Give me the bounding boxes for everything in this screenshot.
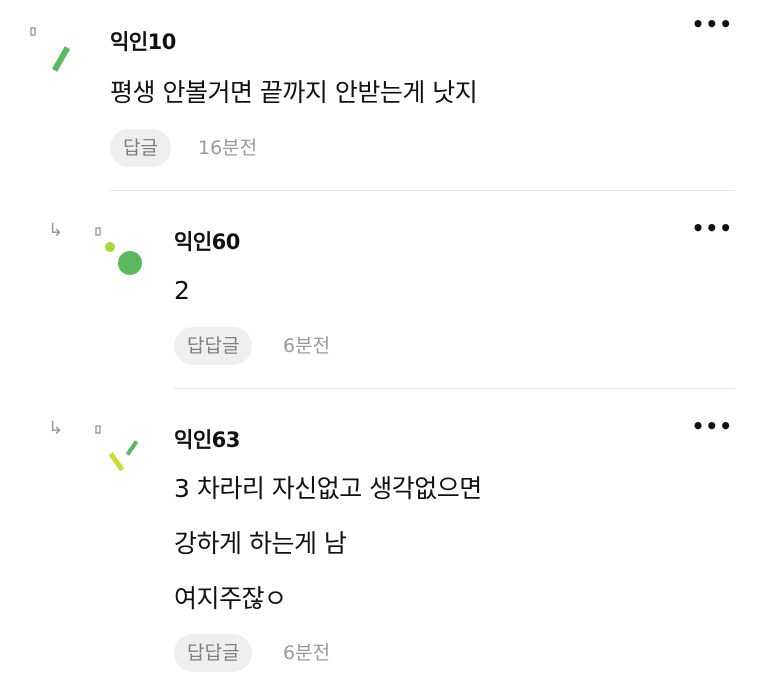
- comment-text-line: 강하게 하는게 남: [174, 529, 347, 558]
- avatar[interactable]: [90, 222, 150, 282]
- reply-button[interactable]: 답답글: [174, 327, 253, 365]
- avatar[interactable]: [25, 22, 85, 82]
- reply-arrow-icon: ↳: [48, 220, 64, 241]
- divider: [174, 388, 735, 389]
- comment-author[interactable]: 익인60: [174, 226, 240, 256]
- reply-button[interactable]: 답글: [110, 129, 171, 167]
- reply-arrow-icon: ↳: [48, 418, 64, 439]
- divider: [110, 190, 735, 191]
- comment-text: 평생 안볼거면 끝까지 안받는게 낫지: [110, 78, 478, 107]
- avatar[interactable]: [90, 420, 150, 480]
- comment-timestamp: 16분전: [198, 137, 258, 159]
- comment-author[interactable]: 익인63: [174, 424, 240, 454]
- comment-author[interactable]: 익인10: [110, 26, 176, 56]
- reply-button[interactable]: 답답글: [174, 634, 253, 672]
- comment-timestamp: 6분전: [283, 642, 331, 664]
- comment-text-line: 3 차라리 자신없고 생각없으면: [174, 474, 482, 503]
- comment-timestamp: 6분전: [283, 335, 331, 357]
- more-options-button[interactable]: •••: [692, 414, 733, 438]
- more-options-button[interactable]: •••: [692, 216, 733, 240]
- comment-text: 2: [174, 276, 190, 305]
- comment-text-line: 여지주잖ㅇ: [174, 584, 287, 613]
- more-options-button[interactable]: •••: [692, 12, 733, 36]
